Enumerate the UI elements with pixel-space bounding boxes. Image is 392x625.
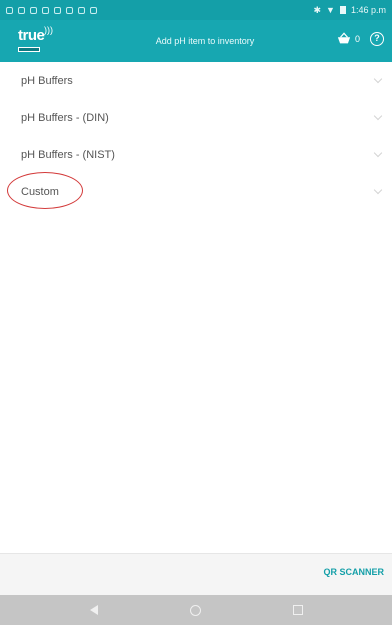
wifi-icon: ▼ xyxy=(326,5,335,15)
logo-bar xyxy=(18,47,40,52)
status-time: 1:46 p.m xyxy=(350,5,386,15)
help-icon[interactable]: ? xyxy=(370,32,384,46)
list-item-ph-buffers-nist[interactable]: pH Buffers - (NIST) xyxy=(0,136,392,173)
recents-icon[interactable] xyxy=(292,605,303,615)
list-item-ph-buffers[interactable]: pH Buffers xyxy=(0,62,392,99)
status-right: ✱ ▼ 1:46 p.m xyxy=(314,5,387,16)
back-icon[interactable] xyxy=(89,605,98,615)
home-icon[interactable] xyxy=(189,604,201,616)
bluetooth-icon: ✱ xyxy=(313,4,322,15)
notification-icon xyxy=(6,6,13,14)
cart-count: 0 xyxy=(355,34,361,44)
notification-icons xyxy=(6,6,97,14)
notification-icon xyxy=(30,6,37,14)
cart-button[interactable]: 0 xyxy=(337,32,360,46)
notification-icon xyxy=(78,6,85,14)
notification-icon xyxy=(54,6,61,14)
cart-icon xyxy=(337,32,351,44)
page-title: Add pH item to inventory xyxy=(155,36,255,46)
list-item-label: pH Buffers xyxy=(21,74,73,87)
app-toolbar: true ))) Add pH item to inventory 0 ? xyxy=(0,20,392,62)
notification-icon xyxy=(90,6,97,14)
highlight-ellipse xyxy=(7,172,83,209)
chevron-down-icon xyxy=(373,74,383,84)
status-bar: ✱ ▼ 1:46 p.m xyxy=(0,0,392,20)
list-item-label: pH Buffers - (NIST) xyxy=(21,148,115,161)
notification-icon xyxy=(42,6,49,14)
logo-text: true xyxy=(18,27,45,44)
qr-scanner-button[interactable]: QR SCANNER xyxy=(323,567,384,577)
system-nav-bar xyxy=(0,595,392,625)
notification-icon xyxy=(66,6,73,14)
chevron-down-icon xyxy=(373,148,383,158)
list-item-label: pH Buffers - (DIN) xyxy=(21,111,109,124)
chevron-down-icon xyxy=(373,111,383,121)
app-logo: true ))) xyxy=(18,25,66,55)
signal-icon: ))) xyxy=(44,25,53,35)
notification-icon xyxy=(18,6,25,14)
list-item-ph-buffers-din[interactable]: pH Buffers - (DIN) xyxy=(0,99,392,136)
chevron-down-icon xyxy=(373,185,383,195)
bottom-bar: QR SCANNER xyxy=(0,553,392,595)
battery-icon xyxy=(339,6,346,14)
